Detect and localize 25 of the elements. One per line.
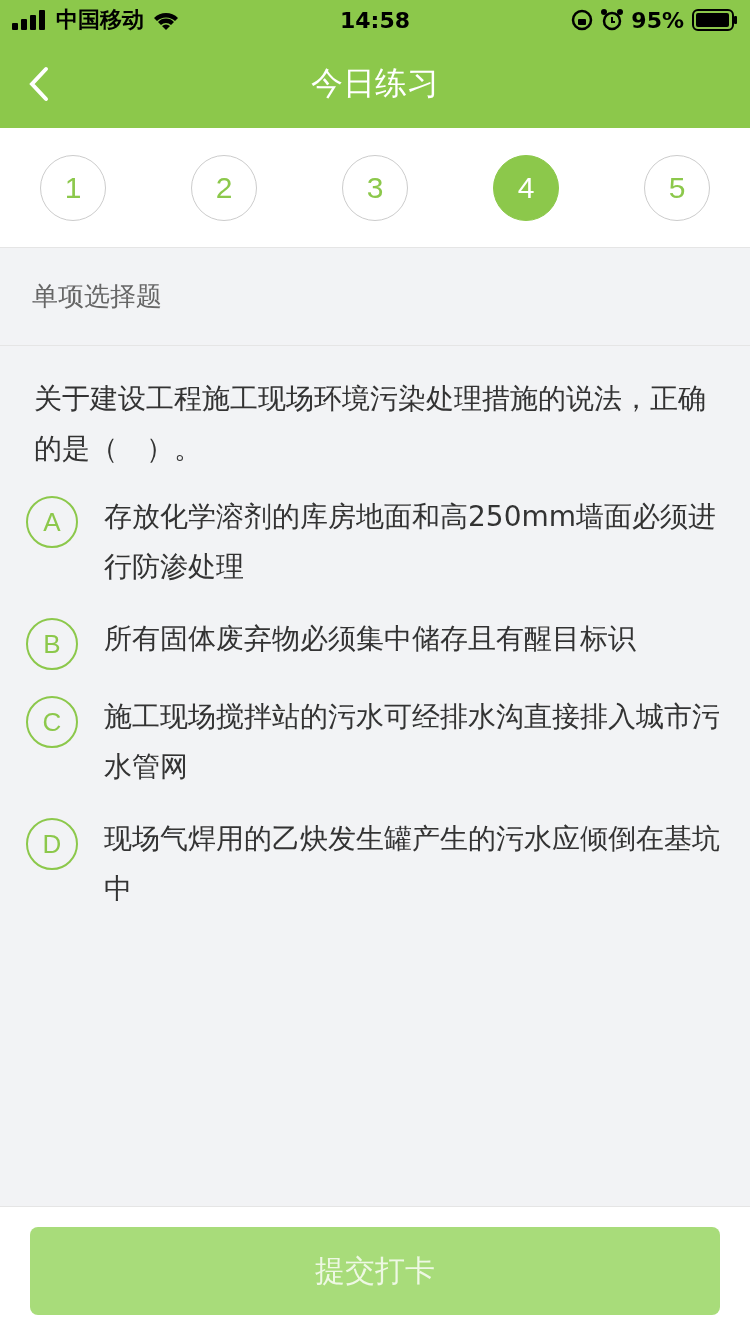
- option-text[interactable]: 现场气焊用的乙炔发生罐产生的污水应倾倒在基坑中: [104, 814, 724, 914]
- question-number-tab[interactable]: 2: [191, 154, 257, 221]
- wifi-icon: [152, 10, 180, 30]
- question-number-tab[interactable]: 3: [342, 154, 408, 221]
- alarm-icon: [601, 9, 624, 31]
- option-letter[interactable]: A: [26, 496, 78, 548]
- option-letter[interactable]: D: [26, 818, 78, 870]
- option-text[interactable]: 所有固体废弃物必须集中储存且有醒目标识: [104, 614, 636, 664]
- question-number-tab[interactable]: 1: [40, 154, 106, 221]
- signal-icon: [12, 10, 48, 30]
- page-title: 今日练习: [311, 63, 439, 104]
- carrier-name: 中国移动: [56, 6, 144, 34]
- battery-percent: 95%: [631, 7, 684, 33]
- option-letter[interactable]: B: [26, 618, 78, 670]
- option-text[interactable]: 施工现场搅拌站的污水可经排水沟直接排入城市污水管网: [104, 692, 724, 792]
- option-text[interactable]: 存放化学溶剂的库房地面和高250mm墙面必须进行防渗处理: [104, 492, 724, 592]
- option-letter[interactable]: C: [26, 696, 78, 748]
- battery-icon: [692, 9, 738, 31]
- back-icon[interactable]: [28, 66, 50, 102]
- question-type: 单项选择题: [32, 280, 162, 313]
- question-number-tab[interactable]: 4: [493, 154, 559, 221]
- rotation-lock-icon: [571, 9, 594, 31]
- question-text: 关于建设工程施工现场环境污染处理措施的说法，正确的是（ ）。: [34, 381, 707, 467]
- clock-time: 14:58: [340, 7, 410, 33]
- question-number-tab[interactable]: 5: [644, 154, 710, 221]
